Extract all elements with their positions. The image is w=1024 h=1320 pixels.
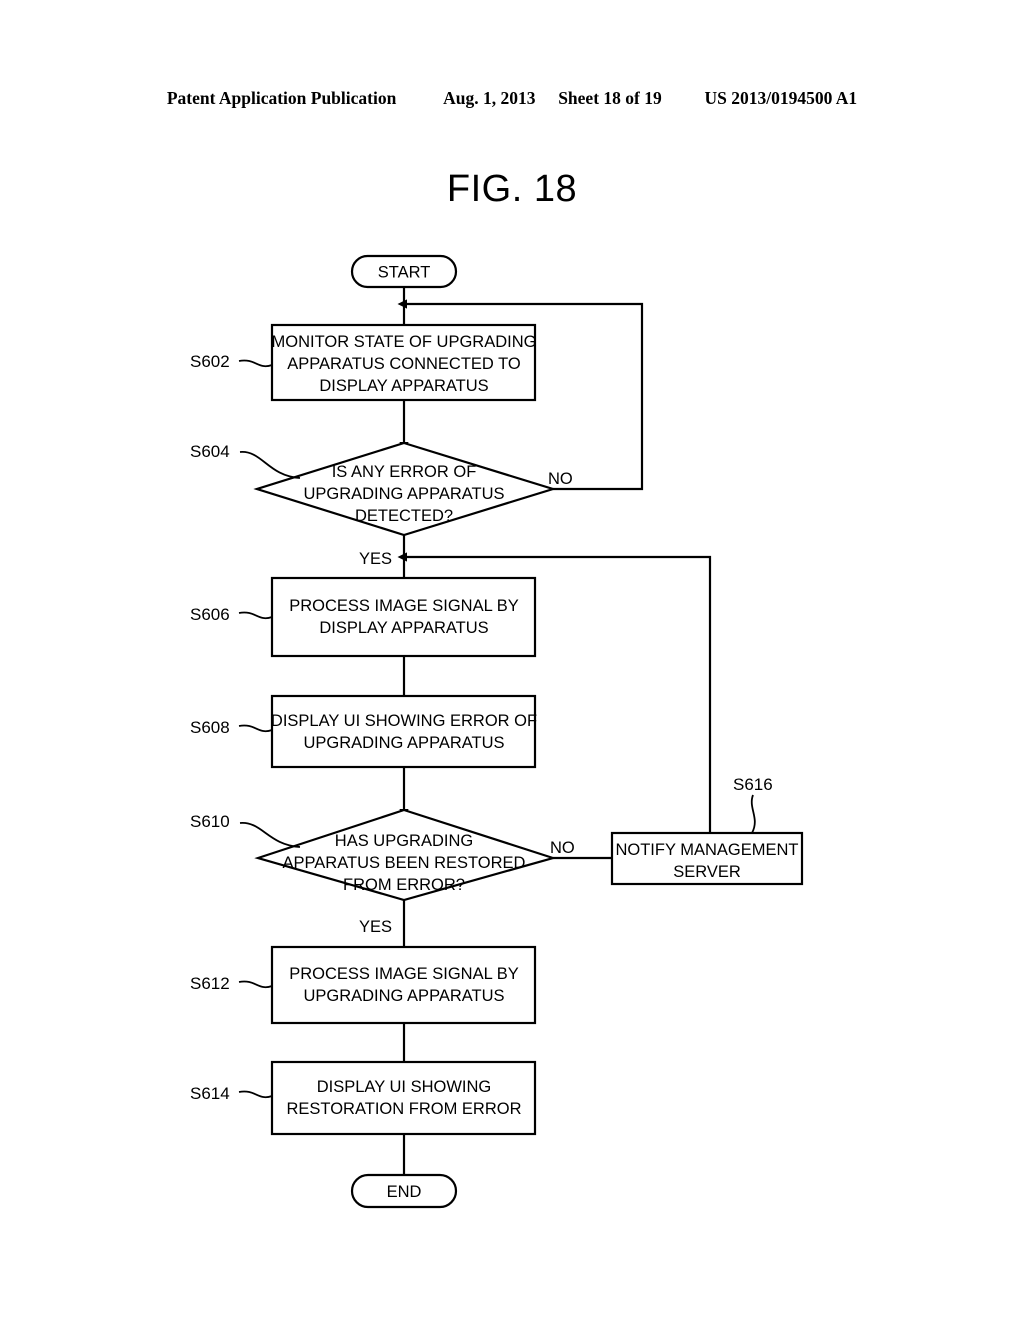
branch-label-s610-yes: YES (359, 918, 392, 936)
process-box-s602-line-2: APPARATUS CONNECTED TO (287, 355, 521, 373)
process-box-s608-line-2: UPGRADING APPARATUS (303, 734, 504, 752)
branch-label-s604-yes: YES (359, 550, 392, 568)
step-label-s604: S604 (190, 442, 230, 461)
decision-diamond-s610-line-3: FROM ERROR? (343, 876, 465, 894)
process-box-s608 (270, 694, 537, 769)
leader-line-s612 (238, 980, 273, 989)
decision-diamond-s610-line-1: HAS UPGRADING (335, 832, 473, 850)
step-label-s612: S612 (190, 974, 230, 993)
decision-diamond-s604-line-3: DETECTED? (355, 507, 453, 525)
leader-line-s610 (239, 822, 301, 848)
process-box-s602-line-1: MONITOR STATE OF UPGRADING (272, 333, 537, 351)
process-box-s614 (270, 1060, 537, 1136)
process-box-s612-line-2: UPGRADING APPARATUS (303, 987, 504, 1005)
flowchart-diagram: START MONITOR STATE OF UPGRADING APPARAT… (190, 254, 804, 1209)
leader-line-s608 (238, 724, 273, 733)
process-box-s614-line-1: DISPLAY UI SHOWING (317, 1078, 492, 1096)
process-box-s606-line-2: DISPLAY APPARATUS (319, 619, 488, 637)
step-label-s608: S608 (190, 718, 230, 737)
branch-label-s610-no: NO (550, 839, 575, 857)
process-box-s612 (270, 945, 537, 1025)
process-box-s606-line-1: PROCESS IMAGE SIGNAL BY (289, 597, 519, 615)
patent-page: Patent Application Publication Aug. 1, 2… (0, 0, 1024, 1320)
terminal-start-label: START (378, 264, 431, 282)
leader-line-s614 (238, 1090, 273, 1099)
step-label-s610: S610 (190, 812, 230, 831)
decision-diamond-s604-line-1: IS ANY ERROR OF (332, 463, 477, 481)
process-box-s612-line-1: PROCESS IMAGE SIGNAL BY (289, 965, 519, 983)
step-label-s614: S614 (190, 1084, 230, 1103)
process-box-s614-line-2: RESTORATION FROM ERROR (287, 1100, 522, 1118)
leader-line-s604 (239, 451, 301, 479)
step-label-s616: S616 (733, 775, 773, 794)
process-box-s608-line-1: DISPLAY UI SHOWING ERROR OF (271, 712, 537, 730)
decision-diamond-s610-line-2: APPARATUS BEEN RESTORED (283, 854, 526, 872)
terminal-end-label: END (387, 1183, 422, 1201)
branch-label-s604-no: NO (548, 470, 573, 488)
leader-line-s606 (238, 611, 273, 620)
leader-line-s616 (750, 794, 756, 834)
process-box-s602-line-3: DISPLAY APPARATUS (319, 377, 488, 395)
process-box-s616-line-1: NOTIFY MANAGEMENT (615, 841, 798, 859)
step-label-s606: S606 (190, 605, 230, 624)
process-box-s606 (270, 576, 537, 658)
leader-line-s602 (238, 359, 273, 368)
step-label-s602: S602 (190, 352, 230, 371)
process-box-s616-line-2: SERVER (673, 863, 741, 881)
decision-diamond-s604-line-2: UPGRADING APPARATUS (303, 485, 504, 503)
